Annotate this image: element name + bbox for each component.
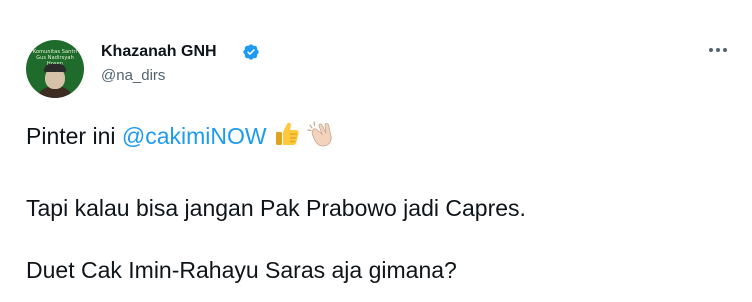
tweet-line-1: Pinter ini @cakimiNOW bbox=[26, 120, 337, 149]
avatar[interactable]: Komunitas Santri Gus Nadirsyah Hosen bbox=[26, 40, 84, 98]
mention-link[interactable]: @cakimiNOW bbox=[122, 123, 267, 149]
thumbs-up-emoji bbox=[275, 122, 299, 145]
verified-badge-icon bbox=[243, 44, 259, 60]
display-name[interactable]: Khazanah GNH bbox=[101, 43, 217, 61]
tweet-line-2: Tapi kalau bisa jangan Pak Prabowo jadi … bbox=[26, 195, 526, 221]
clapping-hands-emoji bbox=[307, 121, 332, 147]
avatar-cap-shape bbox=[44, 64, 66, 72]
tweet-line-3: Duet Cak Imin-Rahayu Saras aja gimana? bbox=[26, 257, 457, 283]
more-options-icon[interactable] bbox=[705, 40, 731, 60]
handle[interactable]: @na_dirs bbox=[101, 67, 165, 84]
tweet-line-1-text: Pinter ini bbox=[26, 123, 122, 149]
tweet-card: Komunitas Santri Gus Nadirsyah Hosen Kha… bbox=[0, 0, 752, 302]
